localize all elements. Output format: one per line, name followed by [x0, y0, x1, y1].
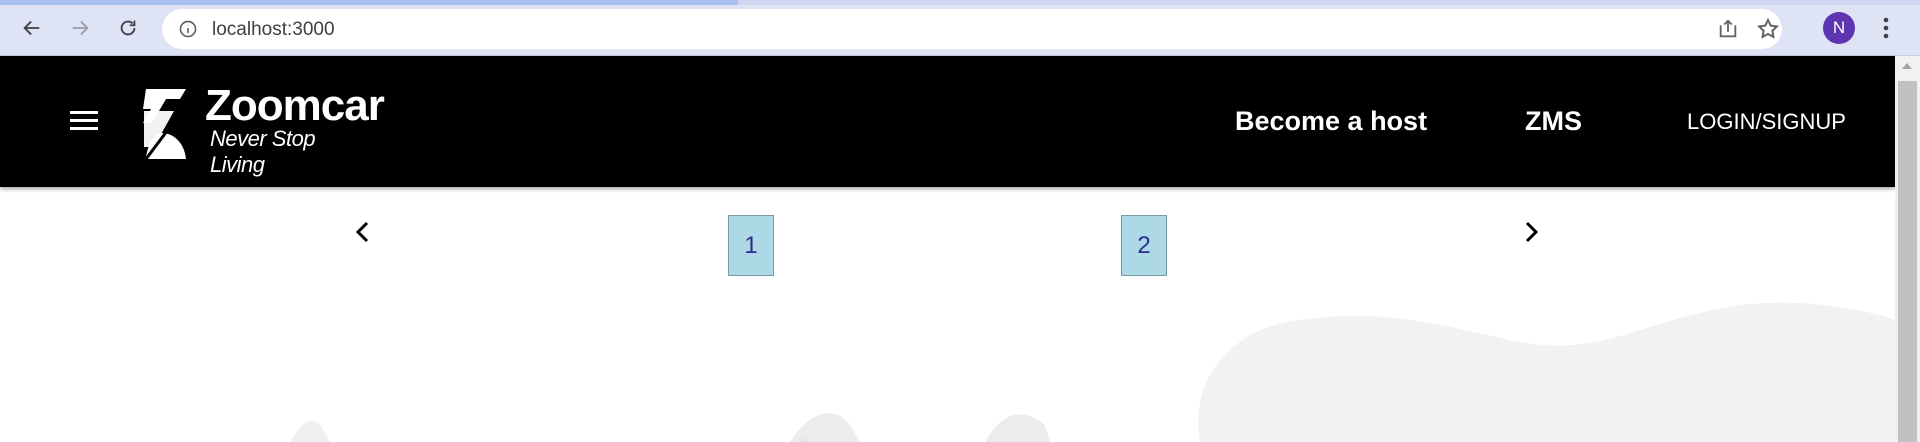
kebab-menu-icon[interactable]	[1876, 14, 1896, 42]
page-scrollbar[interactable]	[1895, 56, 1920, 442]
brand-name: Zoomcar	[205, 81, 385, 130]
carousel-page-1-button[interactable]: 1	[728, 215, 774, 276]
scrollbar-thumb[interactable]	[1898, 81, 1917, 442]
reload-button[interactable]	[112, 12, 144, 44]
hamburger-menu-icon[interactable]	[70, 109, 98, 131]
browser-toolbar: localhost:3000 N	[0, 0, 1920, 56]
share-icon[interactable]	[1717, 18, 1739, 40]
bookmark-star-icon[interactable]	[1756, 17, 1780, 41]
carousel-prev-arrow-icon[interactable]	[352, 219, 374, 245]
info-icon[interactable]	[178, 19, 198, 39]
carousel-next-arrow-icon[interactable]	[1520, 219, 1542, 245]
carousel-page-2-button[interactable]: 2	[1121, 215, 1167, 276]
address-bar[interactable]: localhost:3000	[162, 9, 1782, 49]
scroll-up-arrow-icon[interactable]	[1902, 63, 1912, 69]
login-signup-link[interactable]: LOGIN/SIGNUP	[1687, 109, 1846, 135]
reload-icon	[120, 20, 136, 36]
zoomcar-z-mark-icon	[143, 89, 186, 159]
zoomcar-logo[interactable]: Zoomcar Never Stop Living	[142, 81, 385, 177]
url-text[interactable]: localhost:3000	[212, 19, 335, 41]
background-cloud-shape	[1198, 302, 1895, 442]
active-tab-indicator	[0, 0, 738, 5]
site-header: Zoomcar Never Stop Living Become a host …	[0, 56, 1895, 187]
arrow-left-icon	[23, 20, 40, 36]
forward-button[interactable]	[64, 12, 96, 44]
profile-avatar[interactable]: N	[1823, 12, 1855, 44]
become-host-link[interactable]: Become a host	[1235, 106, 1427, 137]
back-button[interactable]	[16, 12, 48, 44]
zms-link[interactable]: ZMS	[1525, 106, 1582, 137]
brand-tagline: Never Stop Living	[210, 126, 316, 177]
arrow-right-icon	[72, 20, 89, 36]
background-hills-shape	[290, 413, 1050, 442]
